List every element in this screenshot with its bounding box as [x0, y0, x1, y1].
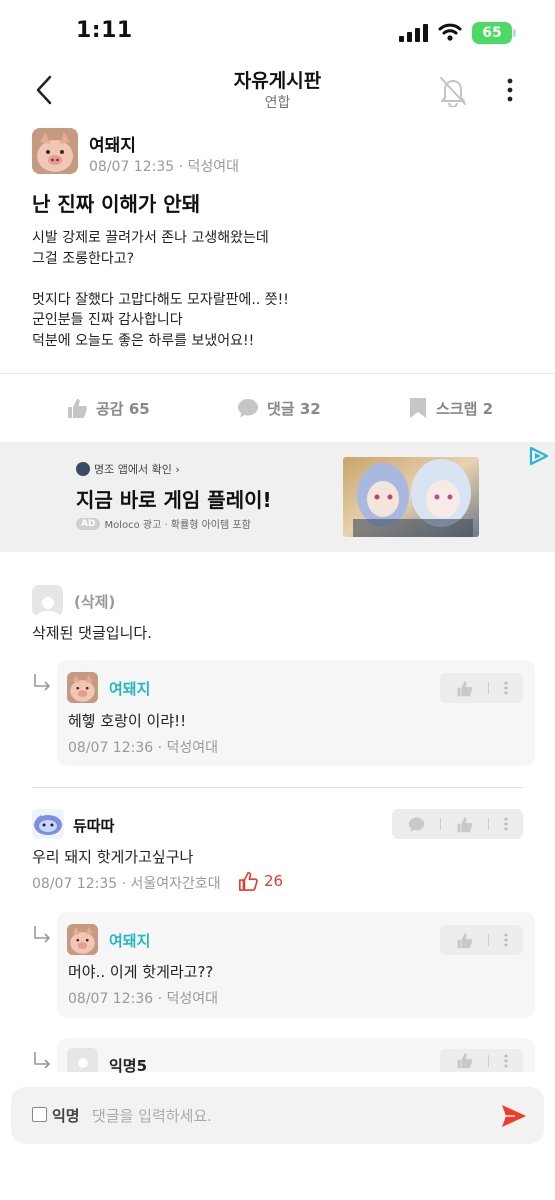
- ad-choices-icon[interactable]: [528, 446, 550, 466]
- reply-actions: [440, 1049, 523, 1072]
- more-vertical-icon[interactable]: [504, 933, 508, 947]
- battery-level: 65: [482, 25, 502, 41]
- ad-image[interactable]: [343, 457, 479, 537]
- comment-actions: [392, 809, 523, 839]
- ad-badge: AD: [76, 517, 101, 530]
- send-button[interactable]: [500, 1103, 528, 1129]
- thumbs-up-icon[interactable]: [456, 1052, 473, 1069]
- ad-headline[interactable]: 지금 바로 게임 플레이!: [76, 484, 272, 513]
- default-user-icon: [77, 1058, 88, 1068]
- battery-tip: [513, 29, 516, 37]
- advertiser-logo: [76, 462, 90, 476]
- more-options-button[interactable]: [497, 74, 523, 106]
- separator: [439, 818, 441, 830]
- pig-avatar-image: [67, 924, 98, 955]
- divider: [0, 373, 555, 374]
- scrap-button[interactable]: 스크랩 2: [408, 394, 493, 422]
- separator: [487, 682, 489, 694]
- reply-author[interactable]: 여돼지: [109, 930, 150, 951]
- thumbs-up-icon: [68, 399, 87, 418]
- comment-like-count: 26: [238, 871, 283, 891]
- reply-meta: 08/07 12:36 · 덕성여대: [68, 991, 219, 1007]
- reply-avatar[interactable]: [67, 924, 98, 955]
- battery-indicator: 65: [472, 22, 512, 44]
- comment-avatar: [32, 585, 63, 616]
- cellular-signal-icon: [399, 24, 429, 42]
- reply-meta: 08/07 12:36 · 덕성여대: [68, 740, 219, 756]
- separator: [487, 1054, 489, 1067]
- author-avatar[interactable]: [32, 128, 78, 174]
- send-icon: [502, 1105, 526, 1127]
- pig-avatar-image: [32, 128, 78, 174]
- comment-count-label: 댓글 32: [267, 399, 321, 418]
- reply-arrow-icon: [32, 672, 52, 694]
- post-meta: 08/07 12:35 · 덕성여대: [89, 159, 240, 175]
- reply-author[interactable]: 여돼지: [109, 678, 150, 699]
- ad-footer: AD Moloco 광고 · 확률형 아이템 포함: [76, 516, 251, 531]
- comment-author: (삭제): [74, 593, 116, 611]
- ad-source-label: 명조 앱에서 확인 ›: [94, 463, 180, 476]
- separator: [487, 818, 489, 830]
- more-vertical-icon[interactable]: [504, 1054, 508, 1068]
- bookmark-icon: [410, 398, 426, 418]
- wifi-icon: [438, 22, 462, 42]
- more-vertical-icon: [507, 78, 513, 102]
- anonymous-label[interactable]: 익명: [52, 1105, 80, 1126]
- status-time: 1:11: [76, 18, 133, 43]
- ad-source[interactable]: 명조 앱에서 확인 ›: [76, 461, 180, 477]
- default-user-icon: [36, 597, 59, 616]
- more-vertical-icon[interactable]: [504, 681, 508, 695]
- thumbs-up-icon[interactable]: [456, 680, 473, 697]
- reply-text: 헤헿 호랑이 이랴!!: [68, 712, 187, 730]
- divider: [32, 787, 523, 788]
- reply-avatar[interactable]: [67, 672, 98, 703]
- reply-author: 익명5: [109, 1057, 148, 1075]
- separator: [487, 934, 489, 946]
- reply-text: 머야.. 이게 핫게라고??: [68, 963, 214, 981]
- comment-meta: 08/07 12:35 · 서울여자간호대: [32, 876, 221, 892]
- comment-button[interactable]: 댓글 32: [237, 394, 321, 422]
- reply-arrow-icon: [32, 924, 52, 946]
- thumbs-up-icon[interactable]: [456, 932, 473, 949]
- bell-off-icon: [440, 77, 466, 107]
- anonymous-checkbox[interactable]: [32, 1107, 47, 1122]
- like-count: 26: [264, 872, 284, 890]
- post-title: 난 진짜 이해가 안돼: [32, 192, 201, 216]
- reply-actions: [440, 673, 523, 703]
- reply-actions: [440, 925, 523, 955]
- like-button[interactable]: 공감 65: [66, 394, 150, 422]
- speech-bubble-icon[interactable]: [408, 816, 425, 833]
- comment-text: 우리 돼지 핫게가고싶구나: [32, 848, 194, 866]
- thumbs-up-outline-icon: [239, 872, 258, 891]
- like-count-label: 공감 65: [96, 399, 150, 418]
- blue-character-avatar: [32, 809, 64, 839]
- post-body: 시발 강제로 끌려가서 존나 고생해왔는데 그걸 조롱한다고? 멋지다 잘했다 …: [32, 230, 289, 349]
- scrap-count-label: 스크랩 2: [436, 399, 494, 418]
- thumbs-up-icon[interactable]: [456, 816, 473, 833]
- pig-avatar-image: [67, 672, 98, 703]
- speech-bubble-icon: [238, 399, 258, 418]
- post-author-name[interactable]: 여돼지: [89, 131, 136, 156]
- reply-avatar: [67, 1048, 98, 1072]
- ad-footer-text: Moloco 광고 · 확률형 아이템 포함: [104, 520, 251, 531]
- comment-text: 삭제된 댓글입니다.: [32, 624, 152, 642]
- comment-author[interactable]: 듀따따: [73, 815, 114, 836]
- comment-input[interactable]: [92, 1100, 482, 1132]
- comment-avatar[interactable]: [32, 809, 64, 839]
- more-vertical-icon[interactable]: [504, 817, 508, 831]
- reply-arrow-icon: [32, 1050, 52, 1072]
- notification-toggle-button[interactable]: [434, 72, 472, 110]
